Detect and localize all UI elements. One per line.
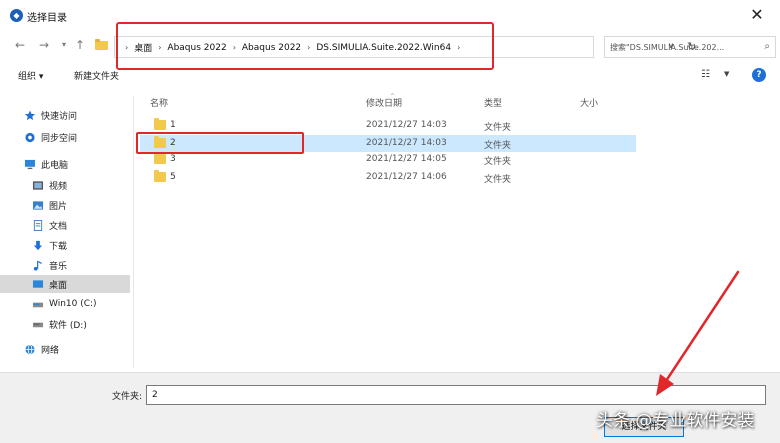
file-name: 3 <box>170 154 176 164</box>
sidebar-item-label: Win10 (C:) <box>49 299 97 309</box>
selection-highlight-annotation <box>136 132 304 154</box>
close-button[interactable]: ✕ <box>746 5 768 25</box>
file-type: 文件夹 <box>484 141 512 151</box>
document-icon <box>33 219 43 231</box>
app-shield-icon: ◆ <box>10 9 23 22</box>
sidebar-item-drive-c[interactable]: Win10 (C:) <box>32 295 130 313</box>
address-highlight-annotation <box>116 22 494 70</box>
column-header-date[interactable]: 修改日期 <box>366 96 402 109</box>
file-row[interactable]: 5 2021/12/27 14:06 文件夹 <box>140 169 636 186</box>
sidebar-item-network[interactable]: 网络 <box>24 340 130 358</box>
sidebar-item-label: 文档 <box>49 221 68 232</box>
sidebar-item-label: 同步空间 <box>41 133 78 144</box>
sidebar-item-label: 网络 <box>41 345 60 356</box>
up-arrow-icon[interactable]: ↑ <box>72 37 88 53</box>
picture-icon <box>32 200 44 210</box>
column-header-type[interactable]: 类型 <box>484 96 502 109</box>
folder-field-label: 文件夹: <box>112 392 143 402</box>
watermark: 头条 @专业软件安装 <box>596 411 755 431</box>
sidebar-item-this-pc[interactable]: 此电脑 <box>24 155 130 173</box>
help-icon[interactable]: ? <box>752 68 766 82</box>
sidebar-item-label: 图片 <box>49 201 68 212</box>
sidebar-item-documents[interactable]: 文档 <box>32 216 130 234</box>
sidebar-item-label: 桌面 <box>49 280 68 291</box>
drive-icon <box>32 302 44 307</box>
file-list-header: ^ 名称 修改日期 类型 大小 <box>140 93 780 110</box>
search-icon[interactable]: ⌕ <box>764 41 770 52</box>
file-type: 文件夹 <box>484 123 512 133</box>
folder-icon <box>154 170 166 182</box>
sidebar-item-downloads[interactable]: 下载 <box>32 236 130 254</box>
sidebar-item-label: 视频 <box>49 181 68 192</box>
file-date: 2021/12/27 14:03 <box>366 120 447 130</box>
drive-icon <box>32 322 44 327</box>
sidebar-item-drive-d[interactable]: 软件 (D:) <box>32 315 130 333</box>
file-type: 文件夹 <box>484 157 512 167</box>
sidebar-item-label: 音乐 <box>49 261 68 272</box>
folder-icon <box>154 118 166 130</box>
folder-icon <box>154 152 166 164</box>
back-arrow-icon[interactable]: ← <box>12 37 28 53</box>
file-type: 文件夹 <box>484 175 512 185</box>
search-input[interactable]: 搜索"DS.SIMULIA.Suite.202... <box>610 42 750 53</box>
sidebar-item-quick-access[interactable]: 快速访问 <box>24 106 130 124</box>
file-name: 1 <box>170 120 176 130</box>
folder-icon <box>95 39 108 50</box>
file-date: 2021/12/27 14:03 <box>366 138 447 148</box>
recent-dropdown-icon[interactable]: ▾ <box>56 37 72 53</box>
music-icon <box>33 260 42 271</box>
file-date: 2021/12/27 14:05 <box>366 154 447 164</box>
sidebar-item-label: 软件 (D:) <box>49 320 87 331</box>
sidebar-item-label: 此电脑 <box>41 160 69 171</box>
cloud-icon <box>25 132 35 142</box>
sidebar-item-videos[interactable]: 视频 <box>32 176 130 194</box>
computer-icon <box>24 159 36 169</box>
desktop-icon <box>32 279 44 288</box>
view-dropdown-icon[interactable]: ▼ <box>724 70 729 78</box>
sidebar-item-label: 下载 <box>49 241 68 252</box>
sidebar-item-music[interactable]: 音乐 <box>32 256 130 274</box>
forward-arrow-icon[interactable]: → <box>36 37 52 53</box>
navigation-pane: 快速访问 同步空间 此电脑 视频 图片 文档 下载 音乐 桌面 Win10 (C… <box>0 96 134 368</box>
view-options-icon[interactable]: ☷ <box>701 69 710 80</box>
star-icon <box>24 109 36 120</box>
sidebar-item-label: 快速访问 <box>41 111 78 122</box>
search-box[interactable]: 搜索"DS.SIMULIA.Suite.202... ⌕ <box>604 36 776 58</box>
sidebar-item-desktop[interactable]: 桌面 <box>0 275 130 293</box>
folder-name-input[interactable] <box>146 385 766 405</box>
file-name: 5 <box>170 172 176 182</box>
file-date: 2021/12/27 14:06 <box>366 172 447 182</box>
organize-button[interactable]: 组织 ▾ <box>18 69 43 82</box>
network-icon <box>25 344 35 354</box>
sidebar-item-pictures[interactable]: 图片 <box>32 196 130 214</box>
download-icon <box>33 240 43 250</box>
column-header-name[interactable]: 名称 <box>150 96 168 109</box>
sidebar-item-sync-space[interactable]: 同步空间 <box>24 128 130 146</box>
video-icon <box>32 180 44 190</box>
column-header-size[interactable]: 大小 <box>580 96 598 109</box>
new-folder-button[interactable]: 新建文件夹 <box>74 69 119 82</box>
window-title: 选择目录 <box>27 13 67 24</box>
